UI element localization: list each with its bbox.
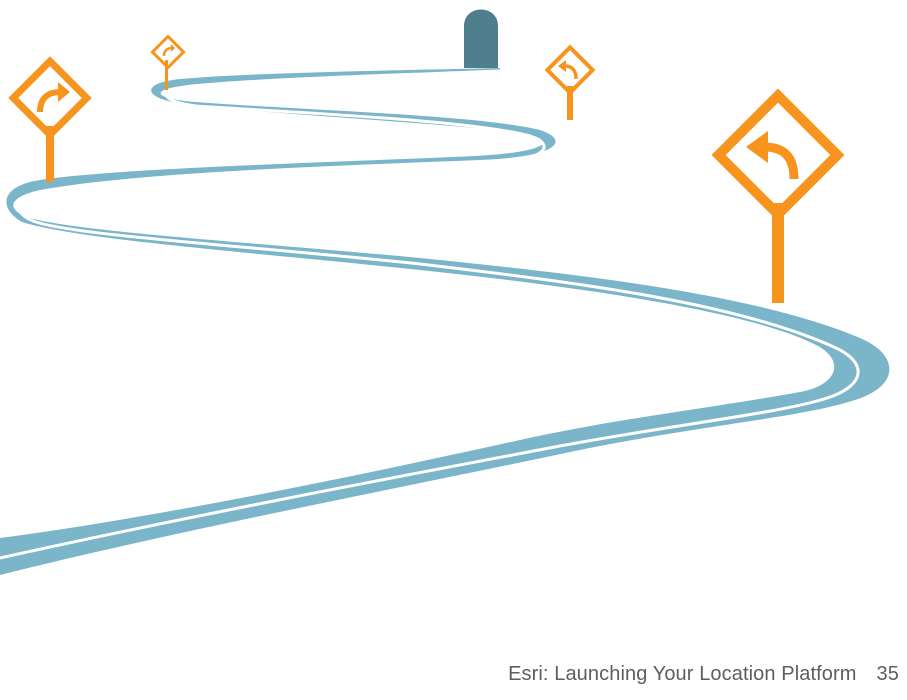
right-turn-sign [8,56,92,182]
left-curve-arrow-icon [763,142,799,180]
winding-road-illustration [0,9,890,575]
tunnel-icon [464,9,498,68]
right-curve-arrow-icon [37,89,61,113]
left-turn-sign [711,88,845,303]
page-footer: Esri: Launching Your Location Platform 35 [508,663,899,686]
right-curve-arrow-icon [162,46,173,57]
page-number: 35 [876,663,899,685]
left-turn-sign [544,44,596,120]
footer-title: Esri: Launching Your Location Platform [508,663,857,685]
